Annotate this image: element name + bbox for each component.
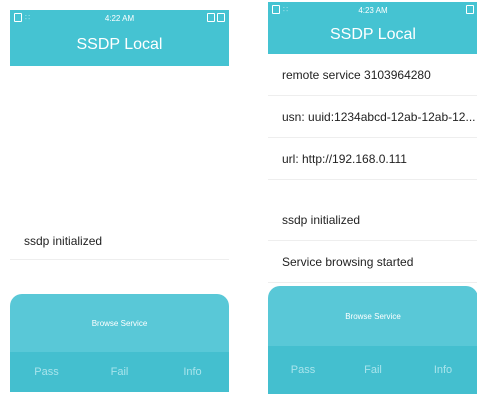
message-list: ssdp initialized: [10, 66, 229, 294]
list-item: url: http://192.168.0.111: [268, 138, 477, 180]
browse-service-button[interactable]: Browse Service: [268, 286, 477, 346]
page-title: SSDP Local: [268, 20, 477, 54]
fail-button[interactable]: Fail: [83, 366, 156, 378]
signal-icon: [207, 13, 215, 22]
page-title: SSDP Local: [10, 28, 229, 66]
browse-service-button[interactable]: Browse Service: [10, 294, 229, 352]
status-bar: 4:23 AM: [268, 2, 477, 20]
list-item: Service browsing started: [268, 241, 477, 283]
message-list: remote service 3103964280 usn: uuid:1234…: [268, 54, 477, 286]
battery-icon: [217, 13, 225, 22]
list-item: ssdp initialized: [10, 224, 229, 260]
battery-icon: [466, 5, 474, 14]
bottom-nav: Pass Fail Info: [268, 346, 477, 394]
info-button[interactable]: Info: [408, 364, 477, 376]
info-button[interactable]: Info: [156, 366, 229, 378]
bottom-nav: Pass Fail Info: [10, 352, 229, 392]
list-item: ssdp initialized: [268, 199, 477, 241]
list-item: usn: uuid:1234abcd-12ab-12ab-12...: [268, 96, 477, 138]
left-screen: 4:22 AM SSDP Local ssdp initialized Brow…: [10, 10, 229, 392]
status-time: 4:23 AM: [358, 6, 388, 15]
fail-button[interactable]: Fail: [338, 364, 408, 376]
status-time: 4:22 AM: [104, 14, 135, 23]
list-item: remote service 3103964280: [268, 54, 477, 96]
status-bar: 4:22 AM: [10, 10, 229, 28]
pass-button[interactable]: Pass: [10, 366, 83, 378]
pass-button[interactable]: Pass: [268, 364, 338, 376]
right-screen: 4:23 AM SSDP Local remote service 310396…: [268, 2, 477, 394]
